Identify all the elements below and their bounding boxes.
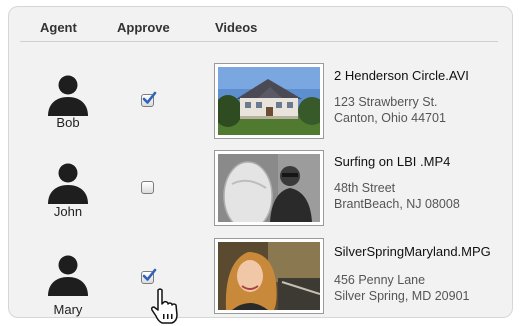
column-header-videos: Videos	[215, 20, 258, 35]
checkmark-icon	[142, 268, 157, 281]
approve-checkbox-bob[interactable]	[141, 91, 157, 107]
video-thumbnail-surfer[interactable]	[214, 150, 324, 226]
column-header-agent: Agent	[40, 20, 77, 35]
table-row-john: John Surfing on LBI .MP4 48th Street Bra…	[0, 148, 520, 236]
agent-name: Bob	[56, 115, 80, 130]
agent-name: Mary	[53, 302, 83, 317]
video-title[interactable]: 2 Henderson Circle.AVI	[334, 68, 469, 83]
approve-checkbox-john[interactable]	[141, 181, 154, 194]
agent-name: John	[53, 204, 83, 219]
approve-checkbox-mary[interactable]	[141, 268, 157, 284]
checkmark-icon	[142, 91, 157, 104]
video-title[interactable]: SilverSpringMaryland.MPG	[334, 244, 491, 259]
address-line-2: Canton, Ohio 44701	[334, 111, 446, 125]
address-line-1: 123 Strawberry St.	[334, 95, 438, 109]
person-silhouette-icon	[48, 255, 88, 296]
woman-photo-thumbnail	[218, 242, 320, 310]
table-row-mary: Mary SilverSpringMaryland.MPG 456 Penny …	[0, 236, 520, 324]
person-silhouette-icon	[48, 75, 88, 116]
person-silhouette-icon	[48, 163, 88, 204]
hand-pointer-icon	[151, 288, 178, 324]
surfer-photo-thumbnail	[218, 154, 320, 222]
column-header-approve: Approve	[117, 20, 170, 35]
video-thumbnail-house[interactable]	[214, 63, 324, 139]
house-photo-thumbnail	[218, 67, 320, 135]
header-divider	[20, 41, 498, 42]
address-line-1: 456 Penny Lane	[334, 273, 426, 287]
table-row-bob: Bob 2 Henderson Circle.AVI 123 Strawberr…	[0, 60, 520, 148]
video-thumbnail-woman[interactable]	[214, 238, 324, 314]
address-line-2: Silver Spring, MD 20901	[334, 289, 470, 303]
address-line-1: 48th Street	[334, 181, 396, 195]
address-line-2: BrantBeach, NJ 08008	[334, 197, 460, 211]
video-title[interactable]: Surfing on LBI .MP4	[334, 154, 450, 169]
